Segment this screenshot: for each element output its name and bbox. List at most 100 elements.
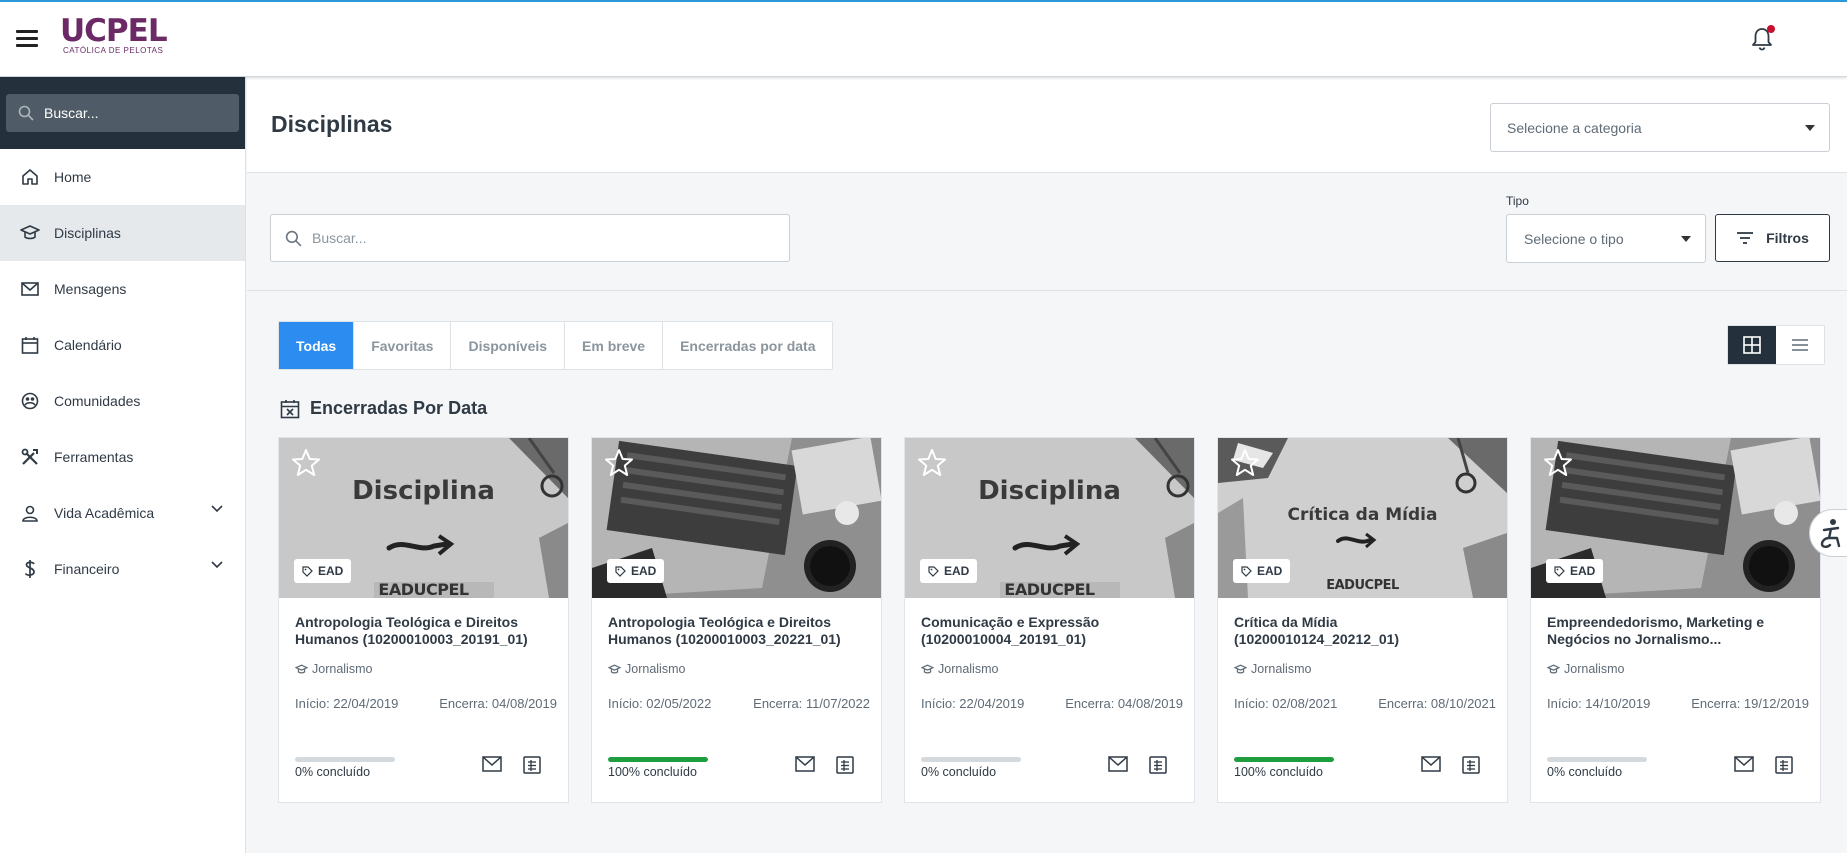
tab-em-breve[interactable]: Em breve [565, 322, 664, 369]
gradebook-icon[interactable] [836, 756, 854, 774]
end-date: Encerra: 19/12/2019 [1691, 696, 1809, 711]
tipo-select-value: Selecione o tipo [1524, 230, 1624, 247]
start-date: Início: 02/08/2021 [1234, 696, 1338, 711]
star-icon[interactable] [291, 448, 321, 478]
tab-favoritas[interactable]: Favoritas [354, 322, 452, 369]
sidebar-item-label: Comunidades [54, 393, 141, 409]
star-icon[interactable] [604, 448, 634, 478]
course-program: Jornalismo [608, 662, 685, 676]
course-image: Disciplina EADUCPEL EAD [905, 438, 1194, 598]
mail-icon[interactable] [795, 756, 815, 772]
course-image-text: Crítica da Mídia [1287, 505, 1438, 525]
dollar-icon [20, 559, 40, 579]
page-title: Disciplinas [271, 111, 393, 137]
logo-text: UCPEL [60, 13, 168, 49]
tipo-select[interactable]: Selecione o tipo [1506, 214, 1706, 263]
course-card[interactable]: Crítica da Mídia EADUCPEL EAD Crítica da… [1217, 437, 1508, 803]
progress-bar [608, 757, 708, 762]
start-date: Início: 02/05/2022 [608, 696, 712, 711]
gradebook-icon[interactable] [523, 756, 541, 774]
sidebar-item-ferramentas[interactable]: Ferramentas [0, 429, 245, 485]
sidebar-item-label: Home [54, 169, 92, 185]
star-icon[interactable] [1230, 448, 1260, 478]
logo[interactable]: UCPEL CATÓLICA DE PELOTAS [60, 13, 168, 55]
star-icon[interactable] [1543, 448, 1573, 478]
title-bar: Disciplinas Selecione a categoria [247, 77, 1847, 173]
progress-bar [1547, 757, 1647, 762]
category-select[interactable]: Selecione a categoria [1490, 103, 1830, 152]
course-dates: Início: 02/05/2022 Encerra: 11/07/2022 [608, 696, 870, 711]
progress-text: 100% concluído [608, 765, 697, 779]
search-icon [18, 105, 34, 121]
mail-icon[interactable] [1421, 756, 1441, 772]
view-toggle [1727, 325, 1825, 365]
graduation-cap-icon [921, 664, 934, 673]
badge-label: EAD [631, 564, 657, 578]
course-card[interactable]: EAD Antropologia Teológica e Direitos Hu… [591, 437, 882, 803]
start-date: Início: 14/10/2019 [1547, 696, 1651, 711]
course-title[interactable]: Antropologia Teológica e Direitos Humano… [295, 614, 557, 648]
sidebar-item-home[interactable]: Home [0, 149, 245, 205]
mail-icon[interactable] [1108, 756, 1128, 772]
course-title[interactable]: Comunicação e Expressão (10200010004_201… [921, 614, 1183, 648]
course-cards: Disciplina EADUCPEL EAD Antropologia Teo… [278, 437, 1843, 803]
grid-view-button[interactable] [1728, 326, 1776, 364]
filters-label: Filtros [1766, 230, 1809, 246]
sidebar-item-comunidades[interactable]: Comunidades [0, 373, 245, 429]
home-icon [20, 167, 40, 187]
course-card[interactable]: Disciplina EADUCPEL EAD Comunicação e Ex… [904, 437, 1195, 803]
course-program-label: Jornalismo [1251, 662, 1312, 676]
course-image-text: Disciplina [978, 476, 1121, 506]
tab-encerradas[interactable]: Encerradas por data [663, 322, 832, 369]
tag-icon [302, 565, 313, 577]
caret-down-icon [1805, 125, 1815, 131]
ead-badge: EAD [1546, 559, 1604, 583]
progress-bar [921, 757, 1021, 762]
main-search[interactable] [270, 214, 790, 262]
main-search-input[interactable] [312, 230, 752, 246]
mail-icon[interactable] [1734, 756, 1754, 772]
star-icon[interactable] [917, 448, 947, 478]
course-program: Jornalismo [295, 662, 372, 676]
gradebook-icon[interactable] [1775, 756, 1793, 774]
course-card[interactable]: EAD Empreendedorismo, Marketing e Negóci… [1530, 437, 1821, 803]
sidebar-search-input[interactable] [44, 105, 224, 121]
sidebar-item-label: Financeiro [54, 561, 120, 577]
app-header: UCPEL CATÓLICA DE PELOTAS [0, 2, 1847, 77]
user-badge-icon [20, 503, 40, 523]
progress-text: 100% concluído [1234, 765, 1323, 779]
sidebar-item-vida-academica[interactable]: Vida Acadêmica [0, 485, 245, 541]
badge-label: EAD [1570, 564, 1596, 578]
end-date: Encerra: 04/08/2019 [439, 696, 557, 711]
course-title[interactable]: Crítica da Mídia (10200010124_20212_01) [1234, 614, 1496, 648]
course-title[interactable]: Empreendedorismo, Marketing e Negócios n… [1547, 614, 1809, 648]
course-program: Jornalismo [921, 662, 998, 676]
gradebook-icon[interactable] [1149, 756, 1167, 774]
course-image: EAD [592, 438, 881, 598]
sidebar-item-calendario[interactable]: Calendário [0, 317, 245, 373]
tag-icon [1241, 565, 1252, 577]
tab-todas[interactable]: Todas [279, 322, 355, 369]
tag-icon [615, 565, 626, 577]
mail-icon[interactable] [482, 756, 502, 772]
course-image-text: Disciplina [352, 476, 495, 506]
mail-icon [20, 279, 40, 299]
gradebook-icon[interactable] [1462, 756, 1480, 774]
list-view-button[interactable] [1776, 326, 1824, 364]
calendar-icon [20, 335, 40, 355]
progress-bar [295, 757, 395, 762]
sidebar-item-financeiro[interactable]: Financeiro [0, 541, 245, 597]
sidebar-search[interactable] [6, 94, 239, 132]
tab-disponiveis[interactable]: Disponíveis [451, 322, 566, 369]
course-card[interactable]: Disciplina EADUCPEL EAD Antropologia Teo… [278, 437, 569, 803]
ead-badge: EAD [1233, 559, 1291, 583]
sidebar-item-mensagens[interactable]: Mensagens [0, 261, 245, 317]
filters-button[interactable]: Filtros [1715, 214, 1830, 262]
course-title[interactable]: Antropologia Teológica e Direitos Humano… [608, 614, 870, 648]
sidebar-item-disciplinas[interactable]: Disciplinas [0, 205, 245, 261]
category-select-value: Selecione a categoria [1507, 119, 1642, 136]
accessibility-icon [1820, 519, 1841, 548]
globe-icon [20, 391, 40, 411]
sidebar-item-label: Mensagens [54, 281, 127, 297]
menu-icon[interactable] [16, 30, 38, 48]
